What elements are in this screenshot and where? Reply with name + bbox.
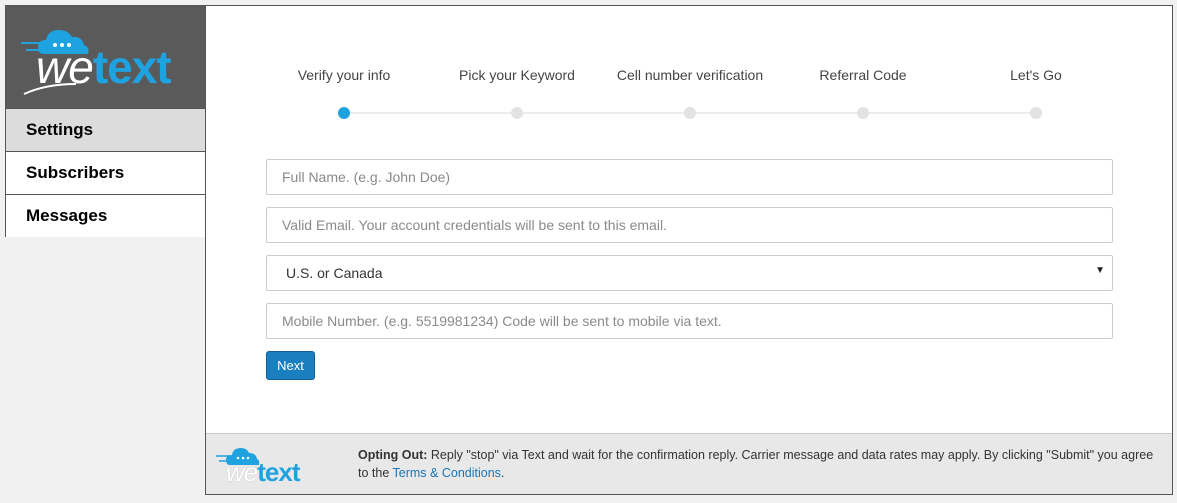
opting-out-notice: Opting Out: Reply "stop" via Text and wa… <box>358 446 1158 482</box>
step-dot <box>1030 107 1042 119</box>
caret-down-icon: ▼ <box>1095 265 1105 276</box>
full-name-input[interactable] <box>266 159 1113 195</box>
step-dot <box>684 107 696 119</box>
step-referral-code: Referral Code <box>773 67 953 119</box>
step-label: Pick your Keyword <box>459 67 575 83</box>
app-root: wetext Settings Subscribers Messages Ver… <box>0 0 1177 503</box>
email-input[interactable] <box>266 207 1113 243</box>
footer-logo: wetext <box>214 442 329 487</box>
progress-steps: Verify your info Pick your Keyword Cell … <box>206 6 1174 136</box>
step-label: Verify your info <box>297 67 391 83</box>
mobile-number-input[interactable] <box>266 303 1113 339</box>
main-panel: Verify your info Pick your Keyword Cell … <box>205 5 1173 495</box>
country-select-value: U.S. or Canada <box>266 255 1113 291</box>
logo-text-text: text <box>257 457 300 487</box>
terms-link[interactable]: Terms & Conditions <box>393 466 501 480</box>
step-label: Let's Go <box>1010 67 1062 83</box>
opting-out-label: Opting Out: <box>358 448 428 462</box>
sidebar-item-settings[interactable]: Settings <box>6 108 205 151</box>
country-select[interactable]: U.S. or Canada ▼ <box>266 255 1113 291</box>
sidebar-item-label: Settings <box>26 120 94 139</box>
step-dot <box>511 107 523 119</box>
logo-wordmark: wetext <box>36 41 172 93</box>
logo-text-text: text <box>92 41 172 93</box>
brand-logo: wetext <box>6 6 205 108</box>
footer-logo-wordmark: wetext <box>226 457 301 487</box>
next-button[interactable]: Next <box>266 351 315 380</box>
step-verify-info: Verify your info <box>254 67 434 119</box>
step-pick-keyword: Pick your Keyword <box>427 67 607 119</box>
step-lets-go: Let's Go <box>946 67 1126 119</box>
sidebar-item-subscribers[interactable]: Subscribers <box>6 151 205 194</box>
sidebar-item-messages[interactable]: Messages <box>6 194 205 237</box>
sidebar-item-label: Messages <box>26 206 108 225</box>
step-label: Cell number verification <box>616 67 764 83</box>
opting-out-period: . <box>500 466 505 480</box>
sidebar: wetext Settings Subscribers Messages <box>5 5 206 237</box>
logo-text-we: we <box>36 41 94 93</box>
sidebar-item-label: Subscribers <box>26 163 125 182</box>
step-label: Referral Code <box>819 67 907 83</box>
signup-form: U.S. or Canada ▼ Next <box>266 159 1113 380</box>
footer: wetext Opting Out: Reply "stop" via Text… <box>206 433 1172 494</box>
logo-text-we: we <box>226 457 258 487</box>
step-dot <box>857 107 869 119</box>
step-cell-verification: Cell number verification <box>600 67 780 119</box>
step-dot-active <box>338 107 350 119</box>
